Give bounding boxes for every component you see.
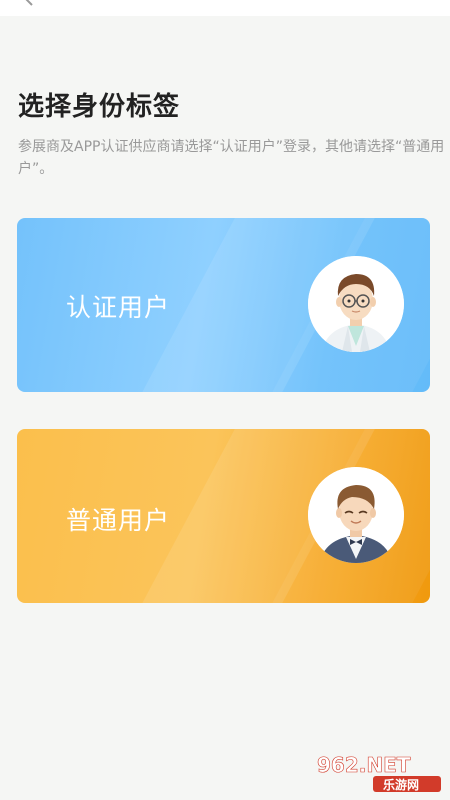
regular-user-label: 普通用户 (66, 506, 171, 535)
certified-user-label: 认证用户 (66, 293, 171, 322)
regular-user-card[interactable]: 普通用户 (17, 429, 430, 603)
watermark-subtitle: 乐游网 (383, 777, 419, 792)
back-arrow-icon[interactable] (22, 0, 36, 6)
watermark-logo: 962.NET (317, 753, 411, 777)
site-watermark: 962.NET 乐游网 (311, 750, 444, 794)
certified-user-card[interactable]: 认证用户 (17, 218, 430, 392)
page-description: 参展商及APP认证供应商请选择“认证用户”登录，其他请选择“普通用户”。 (18, 139, 445, 177)
page-title: 选择身份标签 (18, 92, 181, 122)
businessman-avatar-icon (308, 467, 404, 563)
doctor-avatar-icon (308, 256, 404, 352)
top-bar (0, 0, 450, 16)
